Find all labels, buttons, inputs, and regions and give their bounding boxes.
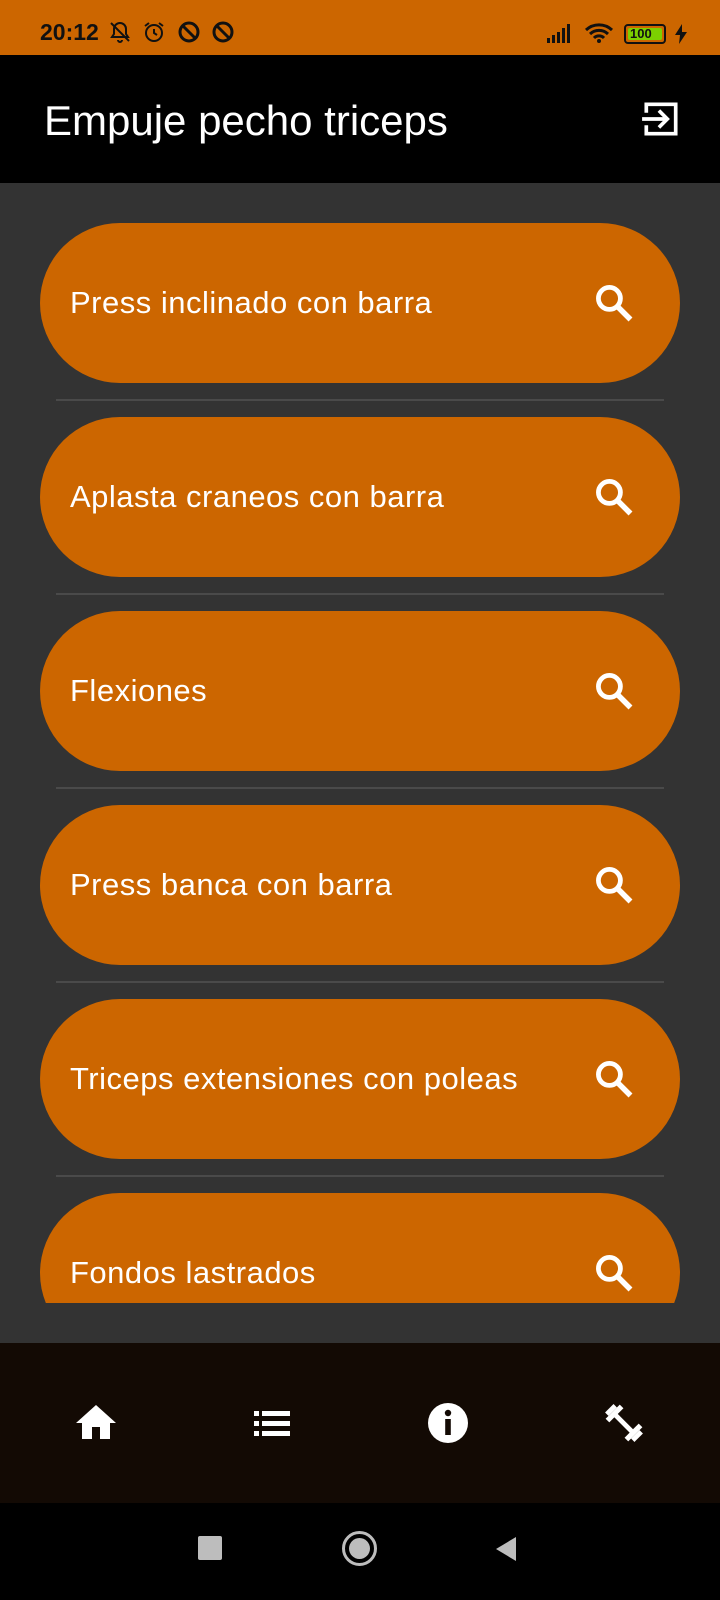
exercise-item[interactable]: Press banca con barra [40, 805, 680, 965]
status-time: 20:12 [40, 19, 99, 45]
battery-level: 100 [630, 26, 652, 41]
divider [56, 1175, 664, 1177]
exercise-label: Aplasta craneos con barra [70, 479, 445, 514]
search-icon[interactable] [592, 475, 636, 519]
divider [56, 593, 664, 595]
exercise-item[interactable]: Triceps extensiones con poleas [40, 999, 680, 1159]
home-button[interactable] [342, 1531, 377, 1566]
divider [56, 981, 664, 983]
do-not-disturb-icon [178, 21, 200, 43]
battery-icon: 100 [624, 24, 666, 44]
wifi-icon [584, 23, 614, 43]
search-icon[interactable] [592, 1057, 636, 1101]
list-icon[interactable] [248, 1399, 296, 1447]
exercise-item[interactable]: Press inclinado con barra [40, 223, 680, 383]
search-icon[interactable] [592, 863, 636, 907]
page-title: Empuje pecho triceps [44, 97, 448, 144]
exercise-label: Flexiones [70, 673, 208, 708]
info-icon[interactable] [424, 1399, 472, 1447]
exercise-item[interactable]: Fondos lastrados [40, 1193, 680, 1303]
exercise-list-viewport: Press inclinado con barra Aplasta craneo… [0, 183, 720, 1303]
dumbbell-icon[interactable] [600, 1399, 648, 1447]
status-bar: 20:12 100 [0, 0, 720, 55]
exercise-label: Press inclinado con barra [70, 285, 433, 320]
bottom-navigation [0, 1343, 720, 1503]
exercise-item[interactable]: Flexiones [40, 611, 680, 771]
app-bar: Empuje pecho triceps [0, 55, 720, 183]
charging-icon [675, 24, 687, 44]
home-icon[interactable] [72, 1399, 120, 1447]
divider [56, 787, 664, 789]
exercise-label: Fondos lastrados [70, 1255, 316, 1290]
search-icon[interactable] [592, 281, 636, 325]
exercise-label: Press banca con barra [70, 867, 393, 902]
recents-button[interactable] [198, 1536, 222, 1560]
signal-icon [547, 24, 570, 43]
do-not-disturb-icon [212, 21, 234, 43]
search-icon[interactable] [592, 669, 636, 713]
back-button[interactable] [494, 1535, 518, 1563]
exercise-item[interactable]: Aplasta craneos con barra [40, 417, 680, 577]
bell-off-icon [110, 21, 130, 43]
divider [56, 399, 664, 401]
logout-icon[interactable] [640, 98, 682, 140]
alarm-icon [144, 22, 164, 42]
search-icon[interactable] [592, 1251, 636, 1295]
exercise-label: Triceps extensiones con poleas [70, 1061, 519, 1096]
system-navigation-bar [0, 1503, 720, 1600]
exercise-list[interactable]: Press inclinado con barra Aplasta craneo… [0, 183, 720, 1343]
